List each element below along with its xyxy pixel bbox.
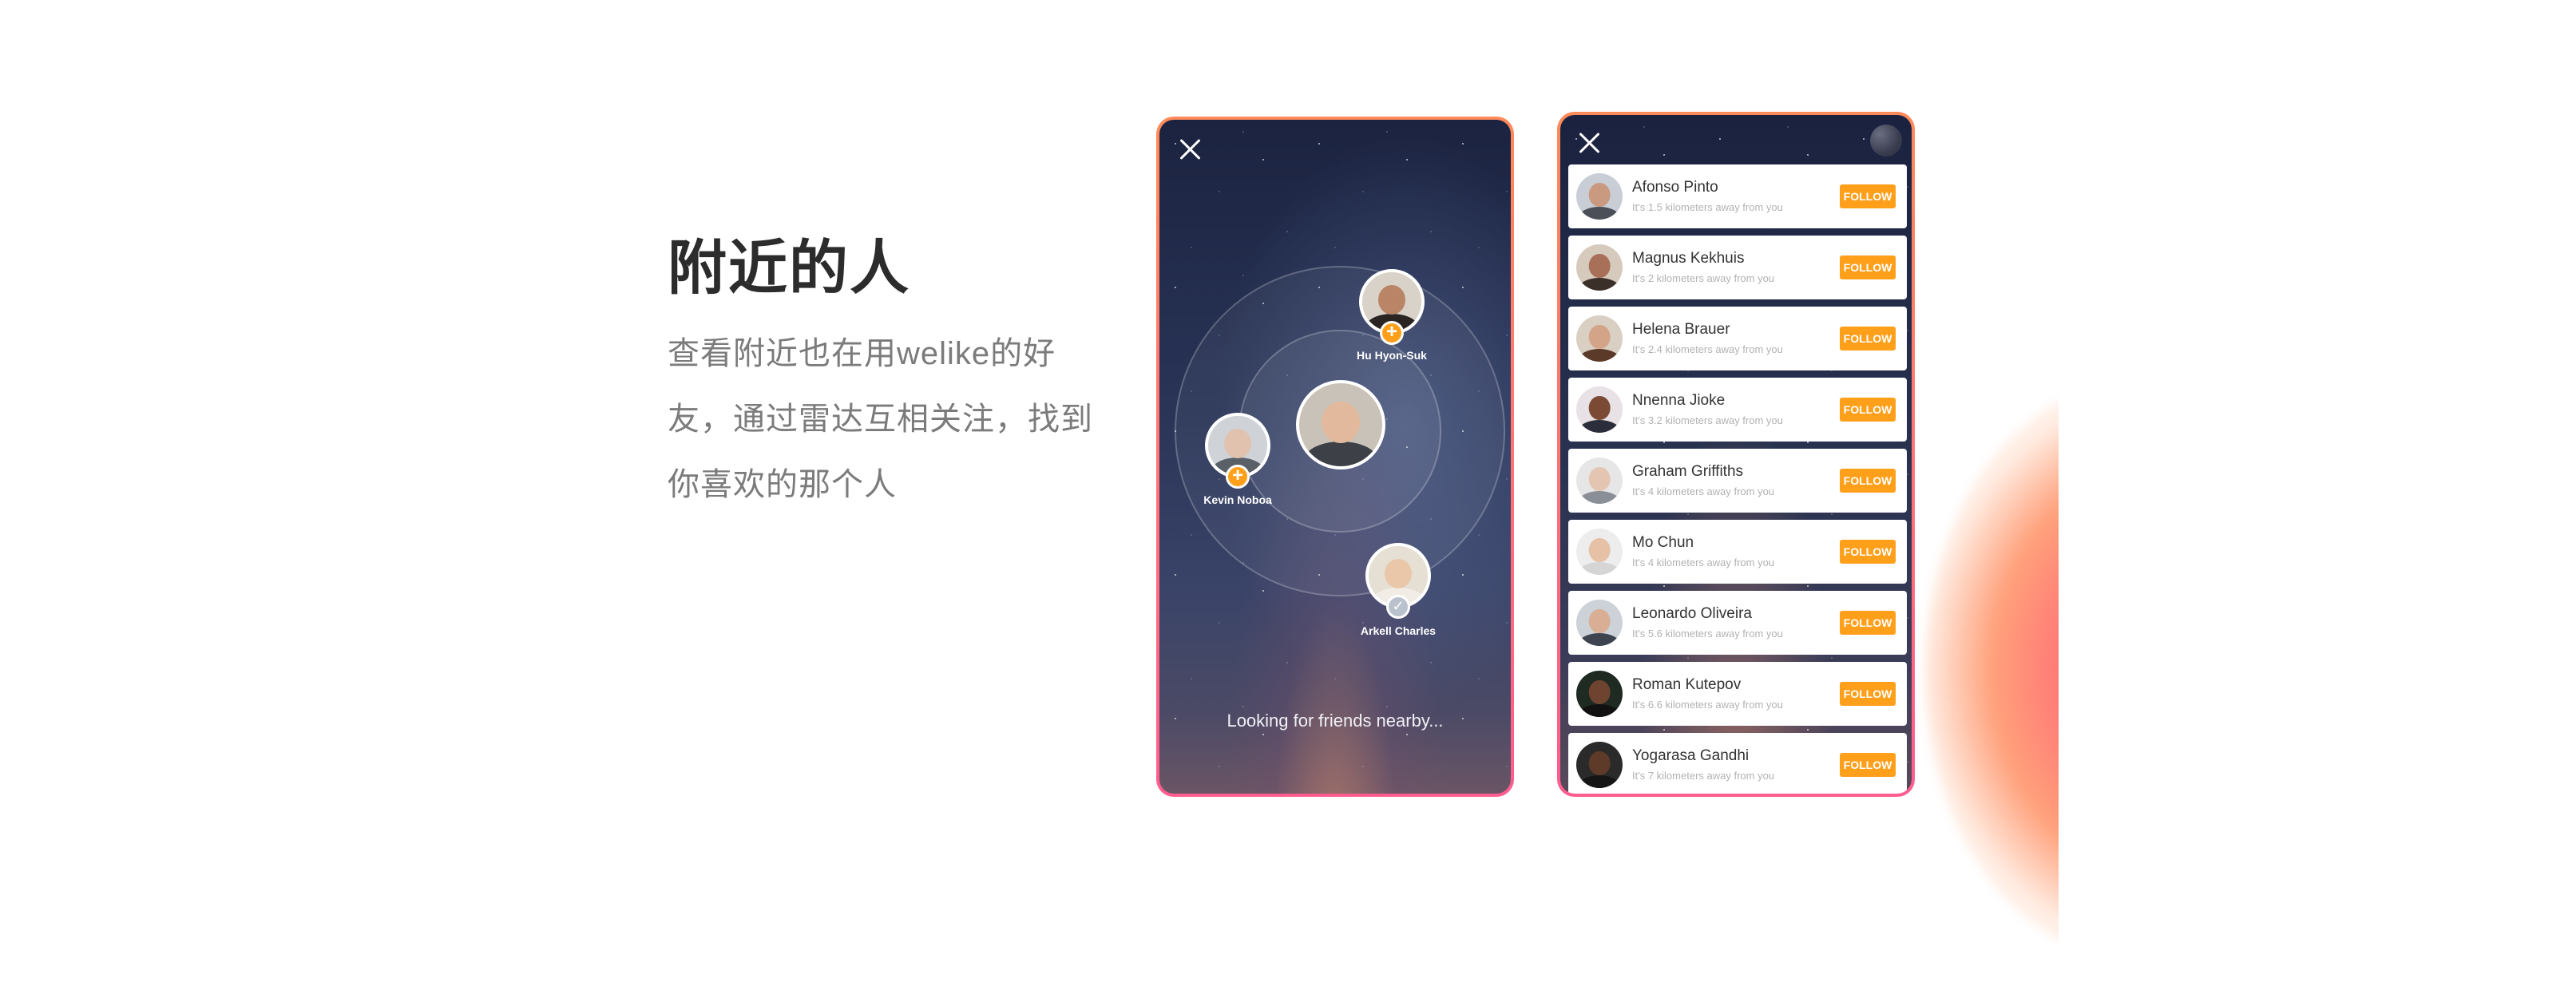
close-icon[interactable] <box>1177 136 1204 163</box>
list-phone-frame: Afonso Pinto It's 1.5 kilometers away fr… <box>1557 112 1915 797</box>
follow-button[interactable]: FOLLOW <box>1840 398 1896 422</box>
list-item[interactable]: Roman Kutepov It's 6.6 kilometers away f… <box>1568 662 1907 726</box>
user-distance: It's 3.2 kilometers away from you <box>1632 414 1783 426</box>
user-distance: It's 2.4 kilometers away from you <box>1632 343 1783 355</box>
nearby-list-screen: Afonso Pinto It's 1.5 kilometers away fr… <box>1560 115 1912 794</box>
nearby-user-list: Afonso Pinto It's 1.5 kilometers away fr… <box>1568 164 1907 794</box>
avatar <box>1576 529 1623 575</box>
follow-button[interactable]: FOLLOW <box>1840 184 1896 208</box>
avatar <box>1576 457 1623 504</box>
background-mask <box>2059 0 2576 1006</box>
radar-user-name: Hu Hyon-Suk <box>1357 349 1427 362</box>
user-name: Helena Brauer <box>1632 321 1730 338</box>
radar-screen: + Hu Hyon-Suk + Kevin Noboa ✓ Arkell Cha… <box>1159 120 1511 794</box>
list-item[interactable]: Helena Brauer It's 2.4 kilometers away f… <box>1568 307 1907 370</box>
list-item[interactable]: Yogarasa Gandhi It's 7 kilometers away f… <box>1568 733 1907 794</box>
user-name: Nnenna Jioke <box>1632 392 1726 409</box>
list-item[interactable]: Mo Chun It's 4 kilometers away from you … <box>1568 520 1907 584</box>
avatar <box>1576 315 1623 362</box>
avatar-center[interactable] <box>1296 380 1385 469</box>
followed-check-icon: ✓ <box>1386 595 1410 619</box>
add-friend-icon[interactable]: + <box>1380 321 1404 345</box>
avatar <box>1576 742 1623 788</box>
radar-phone-frame: + Hu Hyon-Suk + Kevin Noboa ✓ Arkell Cha… <box>1156 117 1514 797</box>
list-item[interactable]: Nnenna Jioke It's 3.2 kilometers away fr… <box>1568 378 1907 442</box>
feature-description: 查看附近也在用welike的好友，通过雷达互相关注，找到你喜欢的那个人 <box>668 336 1093 502</box>
radar-user-name: Kevin Noboa <box>1203 493 1272 506</box>
user-distance: It's 6.6 kilometers away from you <box>1632 699 1783 711</box>
list-item[interactable]: Leonardo Oliveira It's 5.6 kilometers aw… <box>1568 591 1907 655</box>
user-distance: It's 2 kilometers away from you <box>1632 272 1775 284</box>
avatar <box>1576 600 1623 646</box>
user-name: Graham Griffiths <box>1632 463 1744 480</box>
user-distance: It's 7 kilometers away from you <box>1632 770 1775 782</box>
user-name: Afonso Pinto <box>1632 179 1718 196</box>
list-item[interactable]: Magnus Kekhuis It's 2 kilometers away fr… <box>1568 236 1907 299</box>
user-name: Leonardo Oliveira <box>1632 605 1752 622</box>
radar-toggle-icon[interactable] <box>1870 125 1902 156</box>
user-name: Mo Chun <box>1632 534 1694 551</box>
page-title: 附近的人 <box>668 235 910 301</box>
follow-button[interactable]: FOLLOW <box>1840 327 1896 351</box>
list-item[interactable]: Graham Griffiths It's 4 kilometers away … <box>1568 449 1907 513</box>
user-distance: It's 1.5 kilometers away from you <box>1632 201 1783 213</box>
user-name: Roman Kutepov <box>1632 676 1742 693</box>
list-item[interactable]: Afonso Pinto It's 1.5 kilometers away fr… <box>1568 164 1907 228</box>
user-name: Magnus Kekhuis <box>1632 250 1745 267</box>
follow-button[interactable]: FOLLOW <box>1840 611 1896 635</box>
user-name: Yogarasa Gandhi <box>1632 747 1750 764</box>
radar-user-name: Arkell Charles <box>1360 624 1437 637</box>
add-friend-icon[interactable]: + <box>1226 465 1250 489</box>
user-distance: It's 5.6 kilometers away from you <box>1632 628 1783 640</box>
radar-status-text: Looking for friends nearby... <box>1227 711 1444 731</box>
avatar <box>1576 173 1623 220</box>
avatar <box>1576 244 1623 291</box>
avatar <box>1576 386 1623 433</box>
follow-button[interactable]: FOLLOW <box>1840 469 1896 493</box>
follow-button[interactable]: FOLLOW <box>1840 540 1896 564</box>
user-distance: It's 4 kilometers away from you <box>1632 485 1775 497</box>
avatar <box>1576 671 1623 717</box>
close-icon[interactable] <box>1576 129 1603 156</box>
follow-button[interactable]: FOLLOW <box>1840 255 1896 279</box>
follow-button[interactable]: FOLLOW <box>1840 682 1896 706</box>
user-distance: It's 4 kilometers away from you <box>1632 556 1775 568</box>
follow-button[interactable]: FOLLOW <box>1840 753 1896 777</box>
